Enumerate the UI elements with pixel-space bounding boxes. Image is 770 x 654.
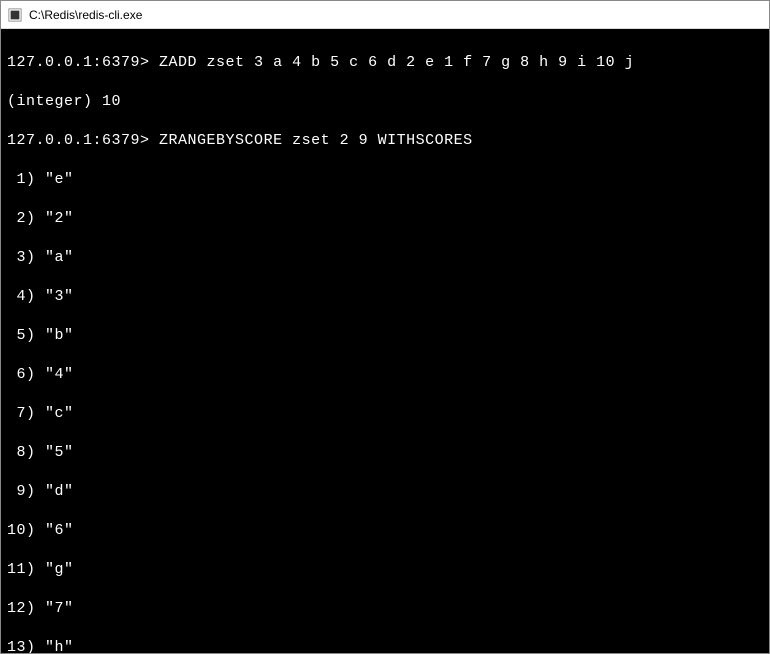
output: 3) "a" — [7, 248, 763, 268]
terminal-body[interactable]: 127.0.0.1:6379> ZADD zset 3 a 4 b 5 c 6 … — [1, 29, 769, 653]
command: ZRANGEBYSCORE zset 2 9 WITHSCORES — [159, 132, 473, 149]
titlebar[interactable]: C:\Redis\redis-cli.exe — [1, 1, 769, 29]
app-icon — [7, 7, 23, 23]
window-title: C:\Redis\redis-cli.exe — [29, 8, 142, 22]
terminal-window: C:\Redis\redis-cli.exe 127.0.0.1:6379> Z… — [0, 0, 770, 654]
output: (integer) 10 — [7, 92, 763, 112]
prompt: 127.0.0.1:6379> — [7, 132, 150, 149]
output: 5) "b" — [7, 326, 763, 346]
output: 7) "c" — [7, 404, 763, 424]
prompt: 127.0.0.1:6379> — [7, 54, 150, 71]
output: 10) "6" — [7, 521, 763, 541]
output: 4) "3" — [7, 287, 763, 307]
command: ZADD zset 3 a 4 b 5 c 6 d 2 e 1 f 7 g 8 … — [159, 54, 634, 71]
output: 11) "g" — [7, 560, 763, 580]
output: 6) "4" — [7, 365, 763, 385]
output: 8) "5" — [7, 443, 763, 463]
output: 12) "7" — [7, 599, 763, 619]
output: 13) "h" — [7, 638, 763, 654]
output: 9) "d" — [7, 482, 763, 502]
output: 2) "2" — [7, 209, 763, 229]
output: 1) "e" — [7, 170, 763, 190]
